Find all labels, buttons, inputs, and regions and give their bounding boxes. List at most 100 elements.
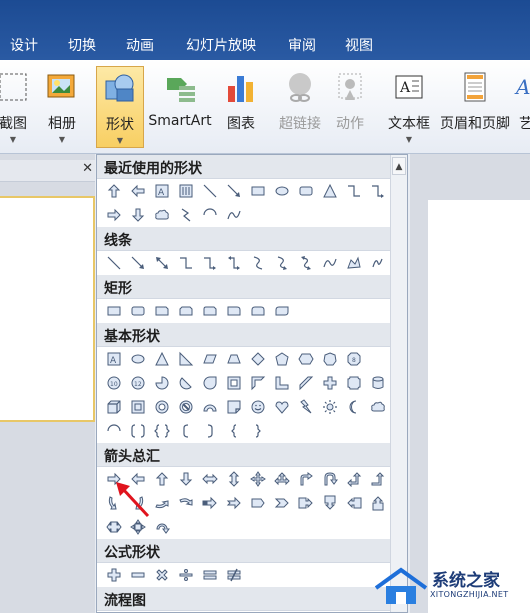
shape-arrow-down-icon[interactable] <box>174 467 198 491</box>
shape-round-diag-icon[interactable] <box>270 299 294 323</box>
textbox-button[interactable]: A 文本框 ▼ <box>384 66 434 148</box>
shape-arrow-bentup-icon[interactable] <box>366 467 390 491</box>
shape-arrow-curved-d-icon[interactable] <box>174 491 198 515</box>
shape-donut-icon[interactable] <box>150 395 174 419</box>
shape-curve-icon[interactable] <box>222 203 246 227</box>
shape-cloud-icon[interactable] <box>150 203 174 227</box>
hyperlink-button[interactable]: 超链接 <box>272 66 328 148</box>
shape-line-arrow-icon[interactable] <box>222 179 246 203</box>
shape-plus-icon[interactable] <box>102 563 126 587</box>
shape-trapezoid-icon[interactable] <box>222 347 246 371</box>
shape-scribble-icon[interactable] <box>366 251 390 275</box>
shape-right-bracket-icon[interactable] <box>198 419 222 443</box>
shape-textbox-icon[interactable]: A <box>102 347 126 371</box>
shape-triangle-icon[interactable] <box>318 179 342 203</box>
shape-round1-icon[interactable] <box>222 299 246 323</box>
tab-design[interactable]: 设计 <box>10 35 38 55</box>
shape-teardrop-icon[interactable] <box>198 371 222 395</box>
shape-arrow-bent-icon[interactable] <box>294 467 318 491</box>
shape-not-equal-icon[interactable] <box>222 563 246 587</box>
shape-divide-icon[interactable] <box>174 563 198 587</box>
shape-triangle-icon[interactable] <box>150 347 174 371</box>
shape-line-icon[interactable] <box>102 251 126 275</box>
shape-arrow-lru-icon[interactable] <box>270 467 294 491</box>
shape-line-double-arrow-icon[interactable] <box>150 251 174 275</box>
chart-button[interactable]: 图表 <box>220 66 262 148</box>
shape-zigzag-icon[interactable] <box>174 203 198 227</box>
shape-callout-right-icon[interactable] <box>294 491 318 515</box>
shape-brace-pair-icon[interactable] <box>150 419 174 443</box>
shape-left-bracket-icon[interactable] <box>174 419 198 443</box>
shape-lightning-icon[interactable] <box>294 395 318 419</box>
shape-folded-corner-icon[interactable] <box>222 395 246 419</box>
dropdown-scrollbar[interactable]: ▲ <box>390 155 407 612</box>
shape-arc-icon[interactable] <box>102 419 126 443</box>
shape-chevron-icon[interactable] <box>270 491 294 515</box>
shape-bevel-icon[interactable] <box>126 395 150 419</box>
slide-canvas[interactable] <box>428 200 530 613</box>
shape-plaque-icon[interactable] <box>342 371 366 395</box>
shape-oval-icon[interactable] <box>270 179 294 203</box>
shape-sun-icon[interactable] <box>318 395 342 419</box>
shape-arrow-notched-icon[interactable] <box>222 491 246 515</box>
shape-bracket-pair-icon[interactable] <box>126 419 150 443</box>
shape-round2-icon[interactable] <box>246 299 270 323</box>
shape-freeform-icon[interactable] <box>342 251 366 275</box>
shape-callout-up-icon[interactable] <box>366 491 390 515</box>
tab-transitions[interactable]: 切换 <box>68 35 96 55</box>
shape-oval-icon[interactable] <box>126 347 150 371</box>
shape-rect-icon[interactable] <box>246 179 270 203</box>
shape-parallelogram-icon[interactable] <box>198 347 222 371</box>
shape-rounded-rect-icon[interactable] <box>294 179 318 203</box>
shape-frame-icon[interactable] <box>222 371 246 395</box>
tab-view[interactable]: 视图 <box>345 35 373 55</box>
shape-pentagon-arrow-icon[interactable] <box>246 491 270 515</box>
shapes-button[interactable]: 形状 ▼ <box>96 66 144 148</box>
tab-review[interactable]: 审阅 <box>288 35 316 55</box>
shape-line-arrow-icon[interactable] <box>126 251 150 275</box>
smartart-button[interactable]: SmartArt <box>146 66 214 148</box>
shape-cube-icon[interactable] <box>102 395 126 419</box>
shape-decagon-icon[interactable]: 10 <box>102 371 126 395</box>
shape-heptagon-icon[interactable] <box>318 347 342 371</box>
close-icon[interactable]: ✕ <box>82 161 93 176</box>
shape-arrow-ud-icon[interactable] <box>222 467 246 491</box>
shape-minus-icon[interactable] <box>126 563 150 587</box>
shape-snip-round-icon[interactable] <box>198 299 222 323</box>
shape-line-icon[interactable] <box>198 179 222 203</box>
shape-diagonal-stripe-icon[interactable] <box>294 371 318 395</box>
shape-dodecagon-icon[interactable]: 12 <box>126 371 150 395</box>
shape-rtriangle-icon[interactable] <box>174 347 198 371</box>
shape-arrow-down-icon[interactable] <box>126 203 150 227</box>
shape-rounded-rect-icon[interactable] <box>126 299 150 323</box>
shape-arrow-lr-icon[interactable] <box>198 467 222 491</box>
shape-arrow-lu-icon[interactable] <box>342 467 366 491</box>
shape-arc-icon[interactable] <box>198 203 222 227</box>
shape-octagon-icon[interactable]: 8 <box>342 347 366 371</box>
album-button[interactable]: 相册 ▼ <box>40 66 84 148</box>
shape-arrow-uturn-icon[interactable] <box>318 467 342 491</box>
shape-left-brace-icon[interactable] <box>222 419 246 443</box>
header-footer-button[interactable]: 页眉和页脚 <box>436 66 514 148</box>
screenshot-button[interactable]: 截图 ▼ <box>0 66 38 148</box>
shape-callout-down-icon[interactable] <box>318 491 342 515</box>
shape-no-symbol-icon[interactable] <box>174 395 198 419</box>
shape-elbow-double-icon[interactable] <box>222 251 246 275</box>
shape-half-frame-icon[interactable] <box>246 371 270 395</box>
shape-snip-rect-icon[interactable] <box>150 299 174 323</box>
shape-arrow-right-icon[interactable] <box>102 203 126 227</box>
shape-diamond-icon[interactable] <box>246 347 270 371</box>
shape-arrow-quad-icon[interactable] <box>246 467 270 491</box>
shape-moon-icon[interactable] <box>342 395 366 419</box>
shape-textbox-v-icon[interactable] <box>174 179 198 203</box>
shape-elbow-arrow-icon[interactable] <box>198 251 222 275</box>
shape-equal-icon[interactable] <box>198 563 222 587</box>
shape-multiply-icon[interactable] <box>150 563 174 587</box>
shape-elbow-arrow-icon[interactable] <box>366 179 390 203</box>
shape-l-shape-icon[interactable] <box>270 371 294 395</box>
action-button[interactable]: 动作 <box>330 66 370 148</box>
slide-thumbnail[interactable] <box>0 196 95 422</box>
shape-arrow-up-icon[interactable] <box>102 179 126 203</box>
shape-smiley-icon[interactable] <box>246 395 270 419</box>
shape-cloud-icon[interactable] <box>366 395 390 419</box>
